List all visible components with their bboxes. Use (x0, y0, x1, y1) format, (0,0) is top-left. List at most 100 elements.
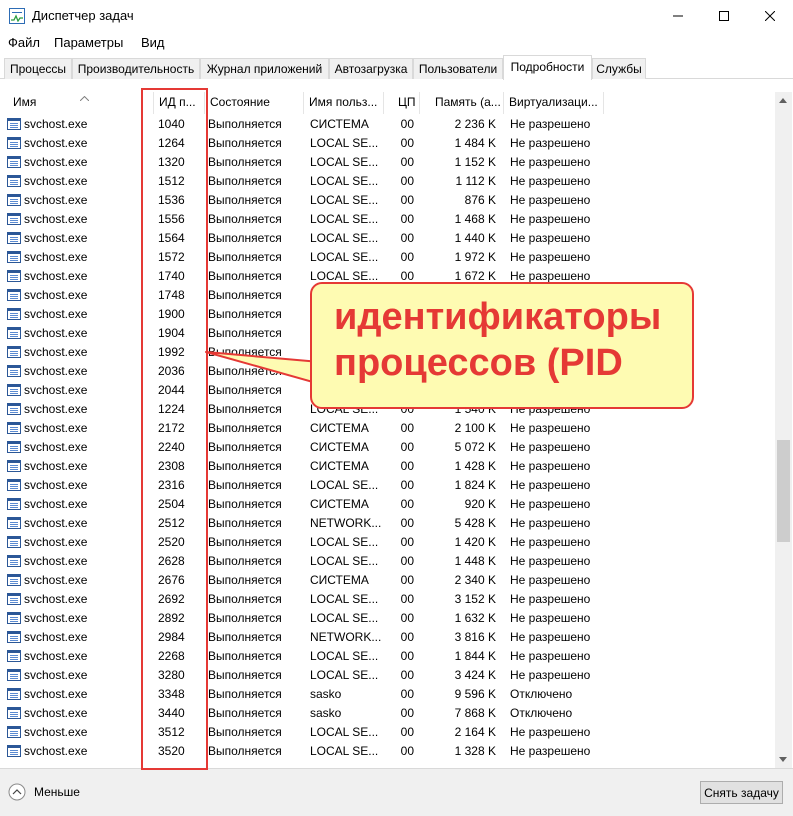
process-state: Выполняется (208, 231, 282, 245)
process-pid: 1556 (158, 212, 185, 226)
process-cpu: 00 (400, 744, 414, 758)
process-memory: 2 164 K (454, 725, 496, 739)
process-memory: 1 428 K (454, 459, 496, 473)
table-row[interactable]: svchost.exe 1320 Выполняется LOCAL SE... 00 1… (0, 153, 775, 172)
process-name: svchost.exe (24, 250, 88, 264)
menu-file[interactable]: Файл (8, 35, 40, 50)
process-cpu: 00 (400, 668, 414, 682)
tab-startup[interactable]: Автозагрузка (329, 58, 413, 79)
process-state: Выполняется (208, 630, 282, 644)
process-virtualization: Не разрешено (510, 611, 591, 625)
table-row[interactable]: svchost.exe 2504 Выполняется СИСТЕМА 00 920 K… (0, 495, 775, 514)
table-row[interactable]: svchost.exe 2308 Выполняется СИСТЕМА 00 1 428… (0, 457, 775, 476)
tab-strip: Процессы Производительность Журнал прило… (0, 55, 793, 80)
table-row[interactable]: svchost.exe 1224 Выполняется LOCAL SE... 00 1… (0, 400, 775, 419)
tab-performance[interactable]: Производительность (72, 58, 200, 79)
table-row[interactable]: svchost.exe 2268 Выполняется LOCAL SE... 00 1… (0, 647, 775, 666)
end-task-button[interactable]: Снять задачу (700, 781, 783, 804)
process-cpu: 00 (400, 706, 414, 720)
table-row[interactable]: svchost.exe 2892 Выполняется LOCAL SE... 00 1… (0, 609, 775, 628)
footer-bar: Меньше Снять задачу (0, 768, 793, 816)
table-row[interactable]: svchost.exe 1556 Выполняется LOCAL SE... 00 1… (0, 210, 775, 229)
table-row[interactable]: svchost.exe 3440 Выполняется sasko 00 7 868 K… (0, 704, 775, 723)
table-row[interactable]: svchost.exe 2044 Выполняется СИСТЕМА 00 (0, 381, 775, 400)
process-state: Выполняется (208, 345, 282, 359)
table-row[interactable]: svchost.exe 1512 Выполняется LOCAL SE... 00 1… (0, 172, 775, 191)
table-row[interactable]: svchost.exe 1900 Выполняется СИСТЕМА 00 (0, 305, 775, 324)
table-row[interactable]: svchost.exe 2676 Выполняется СИСТЕМА 00 2 340… (0, 571, 775, 590)
process-name: svchost.exe (24, 478, 88, 492)
process-name: svchost.exe (24, 611, 88, 625)
fewer-details-button[interactable]: Меньше (8, 782, 80, 802)
process-user: СИСТЕМА (310, 497, 369, 511)
process-memory: 1 440 K (454, 231, 496, 245)
process-name: svchost.exe (24, 630, 88, 644)
process-cpu: 00 (400, 687, 414, 701)
scroll-up-icon[interactable] (779, 98, 787, 103)
process-state: Выполняется (208, 706, 282, 720)
table-row[interactable]: svchost.exe 2628 Выполняется LOCAL SE... 00 1… (0, 552, 775, 571)
table-row[interactable]: svchost.exe 3348 Выполняется sasko 00 9 596 K… (0, 685, 775, 704)
column-header-memory[interactable]: Память (а... (420, 92, 504, 114)
process-cpu: 00 (400, 554, 414, 568)
details-panel: Имя ИД п... Состояние Имя польз... ЦП Па… (0, 80, 793, 768)
table-row[interactable]: svchost.exe 1748 Выполняется СИСТЕМА 00 (0, 286, 775, 305)
vertical-scrollbar[interactable] (775, 92, 792, 768)
table-row[interactable]: svchost.exe 2984 Выполняется NETWORK... 00 3 … (0, 628, 775, 647)
maximize-button[interactable] (701, 0, 747, 32)
table-row[interactable]: svchost.exe 1992 Выполняется LOCAL SE... 00 (0, 343, 775, 362)
process-state: Выполняется (208, 421, 282, 435)
minimize-icon (673, 15, 683, 17)
tab-services[interactable]: Службы (592, 58, 646, 79)
table-row[interactable]: svchost.exe 3520 Выполняется LOCAL SE... 00 1… (0, 742, 775, 761)
table-row[interactable]: svchost.exe 2512 Выполняется NETWORK... 00 5 … (0, 514, 775, 533)
menu-options[interactable]: Параметры (54, 35, 123, 50)
column-header-virtualization[interactable]: Виртуализаци... (504, 92, 604, 114)
close-icon (765, 11, 775, 21)
process-cpu: 00 (400, 193, 414, 207)
process-cpu: 00 (400, 136, 414, 150)
menu-view[interactable]: Вид (141, 35, 165, 50)
process-icon (7, 536, 21, 548)
process-state: Выполняется (208, 326, 282, 340)
process-virtualization: Не разрешено (510, 668, 591, 682)
tab-app-history[interactable]: Журнал приложений (200, 58, 329, 79)
table-row[interactable]: svchost.exe 2316 Выполняется LOCAL SE... 00 1… (0, 476, 775, 495)
table-row[interactable]: svchost.exe 2240 Выполняется СИСТЕМА 00 5 072… (0, 438, 775, 457)
table-row[interactable]: svchost.exe 2036 Выполняется 00 (0, 362, 775, 381)
tab-details[interactable]: Подробности (503, 55, 592, 80)
table-row[interactable]: svchost.exe 1040 Выполняется СИСТЕМА 00 2 236… (0, 115, 775, 134)
column-header-cpu[interactable]: ЦП (384, 92, 420, 114)
process-icon (7, 346, 21, 358)
column-header-pid[interactable]: ИД п... (153, 92, 205, 114)
close-button[interactable] (747, 0, 793, 32)
process-memory: 1 632 K (454, 611, 496, 625)
table-row[interactable]: svchost.exe 2520 Выполняется LOCAL SE... 00 1… (0, 533, 775, 552)
table-header: Имя ИД п... Состояние Имя польз... ЦП Па… (0, 92, 775, 114)
table-row[interactable]: svchost.exe 2692 Выполняется LOCAL SE... 00 3… (0, 590, 775, 609)
table-row[interactable]: svchost.exe 1572 Выполняется LOCAL SE... 00 1… (0, 248, 775, 267)
process-user: sasko (310, 706, 342, 720)
column-header-state[interactable]: Состояние (205, 92, 304, 114)
column-header-user[interactable]: Имя польз... (304, 92, 384, 114)
table-row[interactable]: svchost.exe 1264 Выполняется LOCAL SE... 00 1… (0, 134, 775, 153)
process-user: LOCAL SE... (310, 725, 379, 739)
process-pid: 1264 (158, 136, 185, 150)
table-row[interactable]: svchost.exe 1536 Выполняется LOCAL SE... 00 8… (0, 191, 775, 210)
table-row[interactable]: svchost.exe 3280 Выполняется LOCAL SE... 00 3… (0, 666, 775, 685)
column-header-name[interactable]: Имя (8, 92, 140, 114)
table-row[interactable]: svchost.exe 1904 Выполняется СИСТЕМА 00 (0, 324, 775, 343)
process-user: СИСТЕМА (310, 288, 369, 302)
process-icon (7, 251, 21, 263)
table-row[interactable]: svchost.exe 1740 Выполняется LOCAL SE... 00 1… (0, 267, 775, 286)
minimize-button[interactable] (655, 0, 701, 32)
table-row[interactable]: svchost.exe 3512 Выполняется LOCAL SE... 00 2… (0, 723, 775, 742)
scroll-down-icon[interactable] (779, 757, 787, 762)
process-icon (7, 213, 21, 225)
tab-users[interactable]: Пользователи (413, 58, 503, 79)
tab-processes[interactable]: Процессы (4, 58, 72, 79)
scroll-thumb[interactable] (777, 440, 790, 542)
table-row[interactable]: svchost.exe 2172 Выполняется СИСТЕМА 00 2 100… (0, 419, 775, 438)
table-row[interactable]: svchost.exe 1564 Выполняется LOCAL SE... 00 1… (0, 229, 775, 248)
process-memory: 1 420 K (454, 535, 496, 549)
